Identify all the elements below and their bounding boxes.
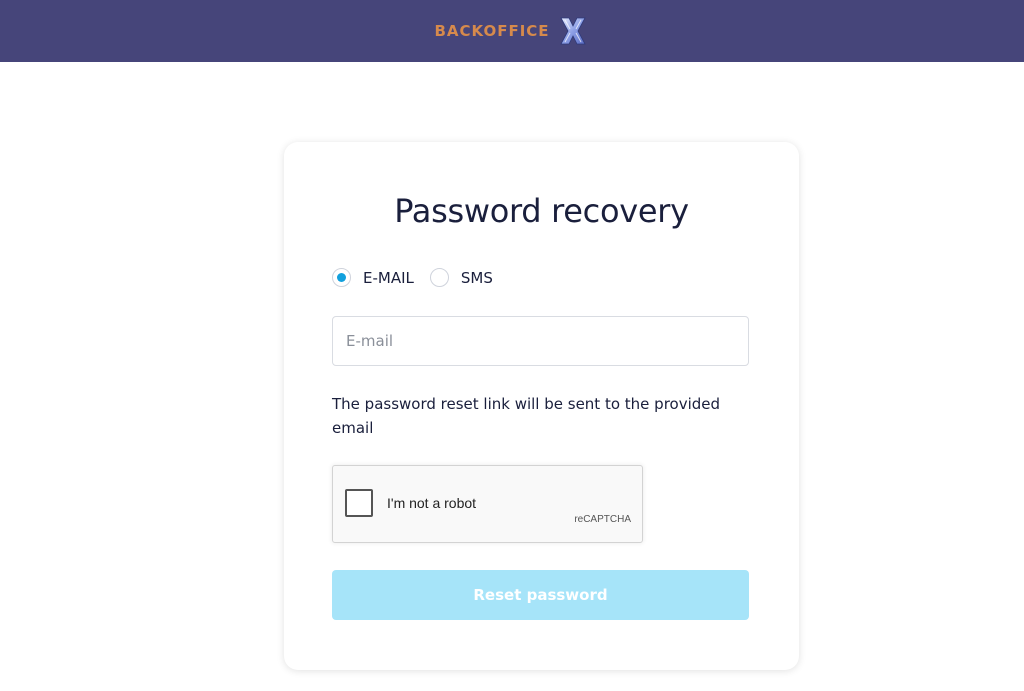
radio-label-email: E-MAIL (363, 268, 414, 287)
logo-text: BackOffice (434, 22, 550, 40)
radio-button-email[interactable] (332, 268, 351, 287)
backoffice-x-logo-icon (559, 17, 586, 45)
captcha-brand: reCAPTCHA (574, 514, 631, 525)
recovery-method-group: E-MAIL SMS (332, 268, 509, 287)
radio-button-sms[interactable] (429, 268, 449, 287)
radio-selected-dot (337, 273, 346, 282)
reset-link-hint: The password reset link will be sent to … (332, 395, 721, 437)
radio-label-sms: SMS (460, 268, 493, 287)
captcha-label: I'm not a robot (387, 495, 477, 511)
password-recovery-card: Password recovery E-MAIL SMS The passwor… (284, 142, 799, 670)
email-field[interactable] (332, 316, 749, 366)
reset-password-button[interactable]: Reset password (332, 570, 749, 620)
radio-option-email[interactable]: E-MAIL (332, 268, 414, 287)
brand-logo[interactable]: BackOffice (434, 15, 589, 47)
recaptcha-widget: I'm not a robot reCAPTCHA (332, 465, 643, 543)
radio-option-sms[interactable]: SMS (429, 268, 493, 287)
top-header-bar: BackOffice (0, 0, 1024, 62)
captcha-checkbox[interactable] (345, 489, 373, 517)
page-title: Password recovery (394, 192, 689, 230)
